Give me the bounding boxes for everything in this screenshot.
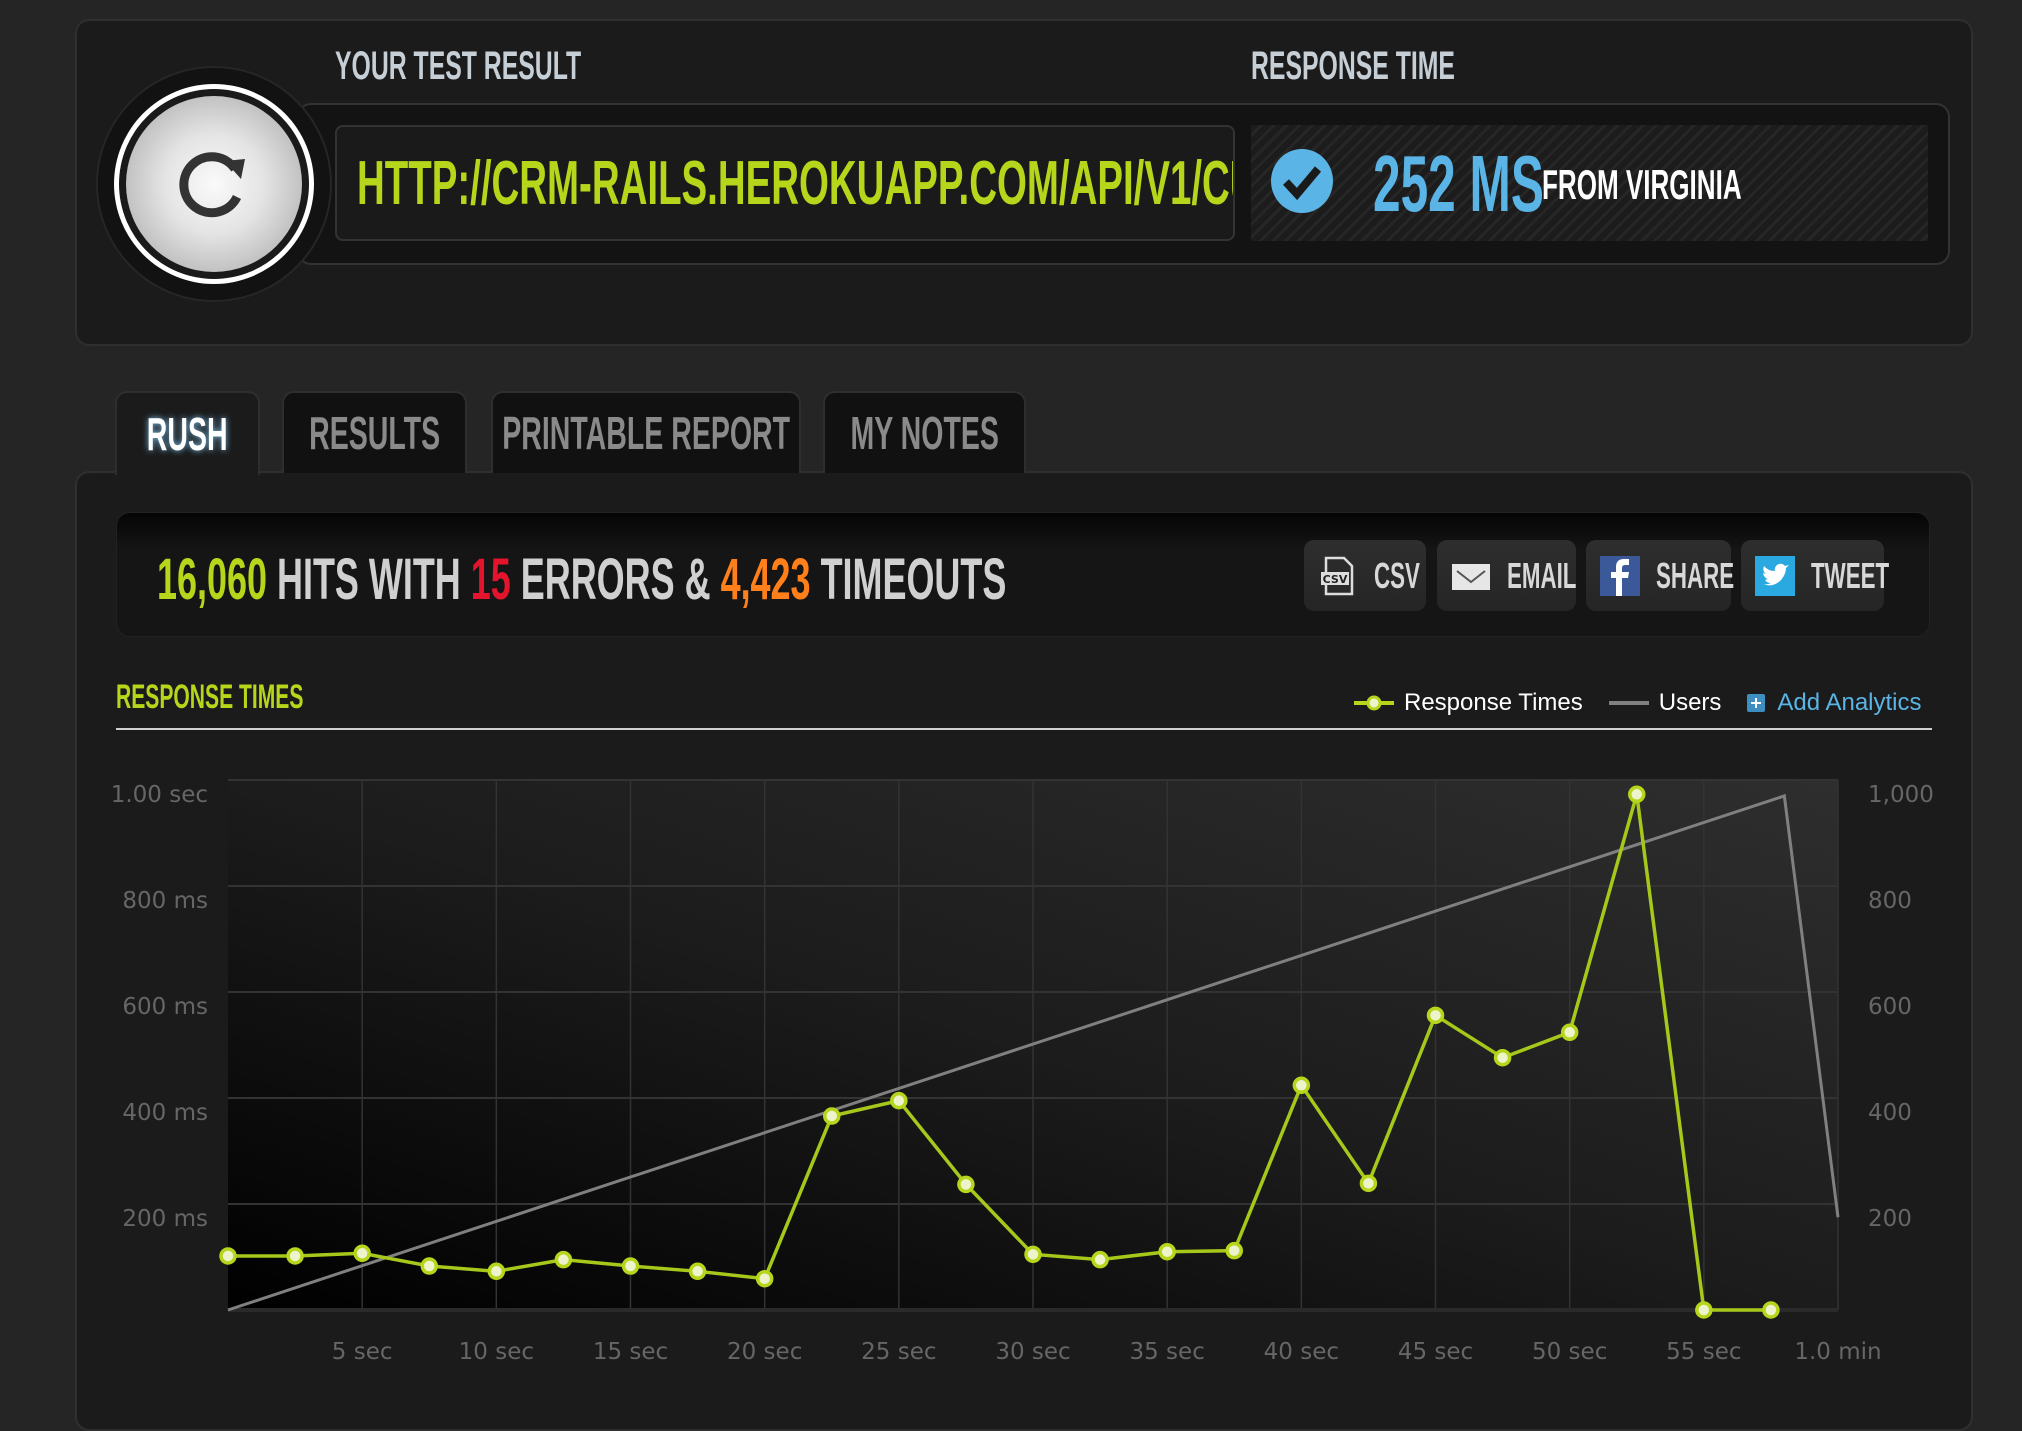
x-tick-label: 1.0 min [1794,1339,1881,1365]
x-tick-label: 55 sec [1666,1339,1741,1365]
response-time-point [1695,1301,1713,1319]
refresh-logo[interactable] [114,84,314,284]
response-time-point [1762,1301,1780,1319]
response-time-point [1560,1023,1579,1042]
response-time-point [353,1244,371,1263]
envelope-icon [1452,563,1490,590]
legend-response-times[interactable]: Response Times [1354,689,1583,717]
legend-users[interactable]: Users [1608,689,1721,717]
response-time-point [1426,1006,1445,1025]
csv-file-icon: CSV [1321,556,1354,595]
legend-response-swatch [1354,695,1394,711]
x-tick-label: 35 sec [1129,1339,1204,1365]
response-time-point [890,1091,908,1110]
legend-users-swatch [1608,701,1649,705]
response-time-point [1225,1241,1243,1260]
x-tick-label: 40 sec [1264,1339,1339,1365]
check-circle-icon [1271,149,1333,213]
response-time-point [554,1250,573,1269]
response-time-location: FROM VIRGINIA [1542,161,1742,208]
response-time-point [823,1107,841,1125]
add-analytics-link[interactable]: Add Analytics [1747,689,1922,717]
x-tick-label: 50 sec [1532,1339,1607,1365]
x-tick-label: 45 sec [1398,1339,1473,1365]
x-tick-label: 25 sec [861,1339,936,1365]
response-time-point [1024,1245,1042,1264]
url-text: HTTP://CRM-RAILS.HEROKUAPP.COM/API/V1/CU… [357,149,1233,218]
y-right-tick-label: 600 [1868,994,1912,1020]
csv-button[interactable]: CSV CSV [1304,540,1426,611]
response-time-point [1091,1250,1109,1269]
response-time-point [286,1247,304,1265]
plus-square-icon [1747,694,1766,712]
response-time-point [420,1257,438,1275]
response-time-point [1493,1048,1512,1067]
y-right-tick-label: 200 [1868,1206,1912,1232]
tab-results[interactable]: RESULTS [282,391,467,473]
response-time-point [487,1262,506,1281]
email-button[interactable]: EMAIL [1437,540,1576,611]
tab-printable-report[interactable]: PRINTABLE REPORT [491,391,801,473]
y-right-tick-label: 800 [1868,888,1912,914]
y-left-tick-label: 200 ms [122,1206,208,1232]
tab-my-notes[interactable]: MY NOTES [823,391,1026,473]
tweet-button[interactable]: TWEET [1741,540,1889,611]
section-divider [116,728,1932,730]
x-tick-label: 20 sec [727,1339,802,1365]
chart-legend: Response Times Users Add Analytics [1354,688,1948,718]
svg-text:CSV: CSV [1323,573,1348,586]
facebook-share-button[interactable]: SHARE [1586,540,1734,611]
response-time-point [621,1257,640,1275]
response-time-point [1292,1076,1311,1095]
response-time-label: RESPONSE TIME [1251,44,1455,88]
errors-count: 15 [470,547,511,612]
y-left-tick-label: 1.00 sec [111,782,208,808]
twitter-icon [1755,555,1795,596]
test-result-label: YOUR TEST RESULT [335,44,582,88]
y-left-tick-label: 600 ms [122,994,208,1020]
x-tick-label: 15 sec [593,1339,668,1365]
response-time-point [957,1175,975,1194]
y-right-tick-label: 1,000 [1868,782,1934,808]
timeouts-count: 4,423 [720,547,811,612]
response-time-point [1628,785,1646,804]
x-tick-label: 10 sec [459,1339,534,1365]
response-times-title: RESPONSE TIMES [116,678,304,716]
refresh-icon [179,152,245,218]
facebook-icon [1600,555,1640,596]
response-time-point [1158,1242,1176,1261]
x-tick-label: 30 sec [995,1339,1070,1365]
y-left-tick-label: 800 ms [122,888,208,914]
response-time-point [1359,1174,1378,1193]
response-time-point [219,1247,237,1265]
y-left-tick-label: 400 ms [122,1100,208,1126]
response-time-point [755,1269,774,1288]
response-times-chart: 5 sec 10 sec 15 sec 20 sec 25 sec 30 sec 35 se… [111,779,1934,1365]
y-right-tick-label: 400 [1868,1100,1912,1126]
tested-url[interactable]: HTTP://CRM-RAILS.HEROKUAPP.COM/API/V1/CU… [335,125,1235,241]
hits-count: 16,060 [157,547,267,612]
x-tick-label: 5 sec [332,1339,393,1365]
response-time-point [688,1262,707,1281]
tab-rush[interactable]: RUSH [115,391,260,475]
